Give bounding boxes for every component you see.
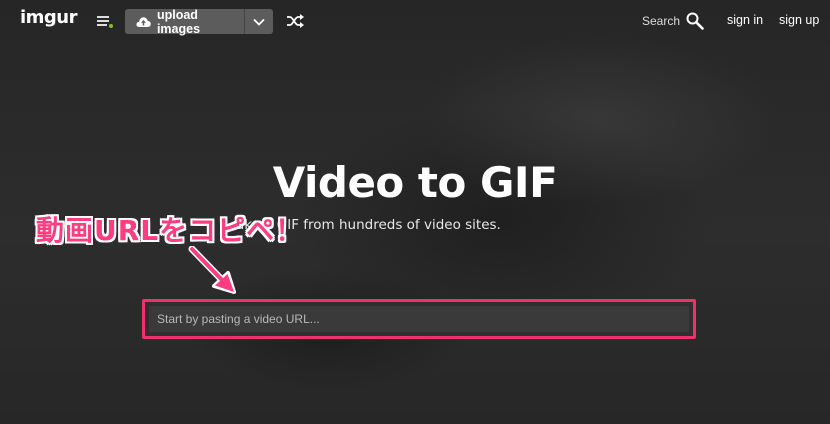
upload-options-dropdown[interactable] [244, 9, 273, 34]
cloud-upload-icon [136, 16, 151, 27]
imgur-logo[interactable]: imgur [20, 7, 78, 28]
annotation-arrow-icon [188, 246, 236, 294]
url-input-highlight [142, 299, 696, 339]
top-navigation-bar: imgur upload images Search sign in sign … [0, 0, 830, 44]
chevron-down-icon [253, 18, 265, 26]
sign-up-link[interactable]: sign up [779, 13, 819, 27]
annotation-callout: 動画URLをコピペ！ [36, 214, 305, 247]
search-label[interactable]: Search [642, 14, 680, 28]
sign-in-link[interactable]: sign in [727, 13, 763, 27]
upload-images-button[interactable]: upload images [125, 7, 273, 36]
upload-images-label: upload images [156, 7, 201, 36]
upload-images-main[interactable]: upload images [125, 7, 244, 36]
page-title: Video to GIF [272, 158, 558, 207]
shuffle-icon[interactable] [286, 14, 304, 28]
menu-icon[interactable] [97, 15, 113, 29]
search-icon[interactable] [686, 12, 704, 30]
video-url-input[interactable] [149, 306, 689, 332]
